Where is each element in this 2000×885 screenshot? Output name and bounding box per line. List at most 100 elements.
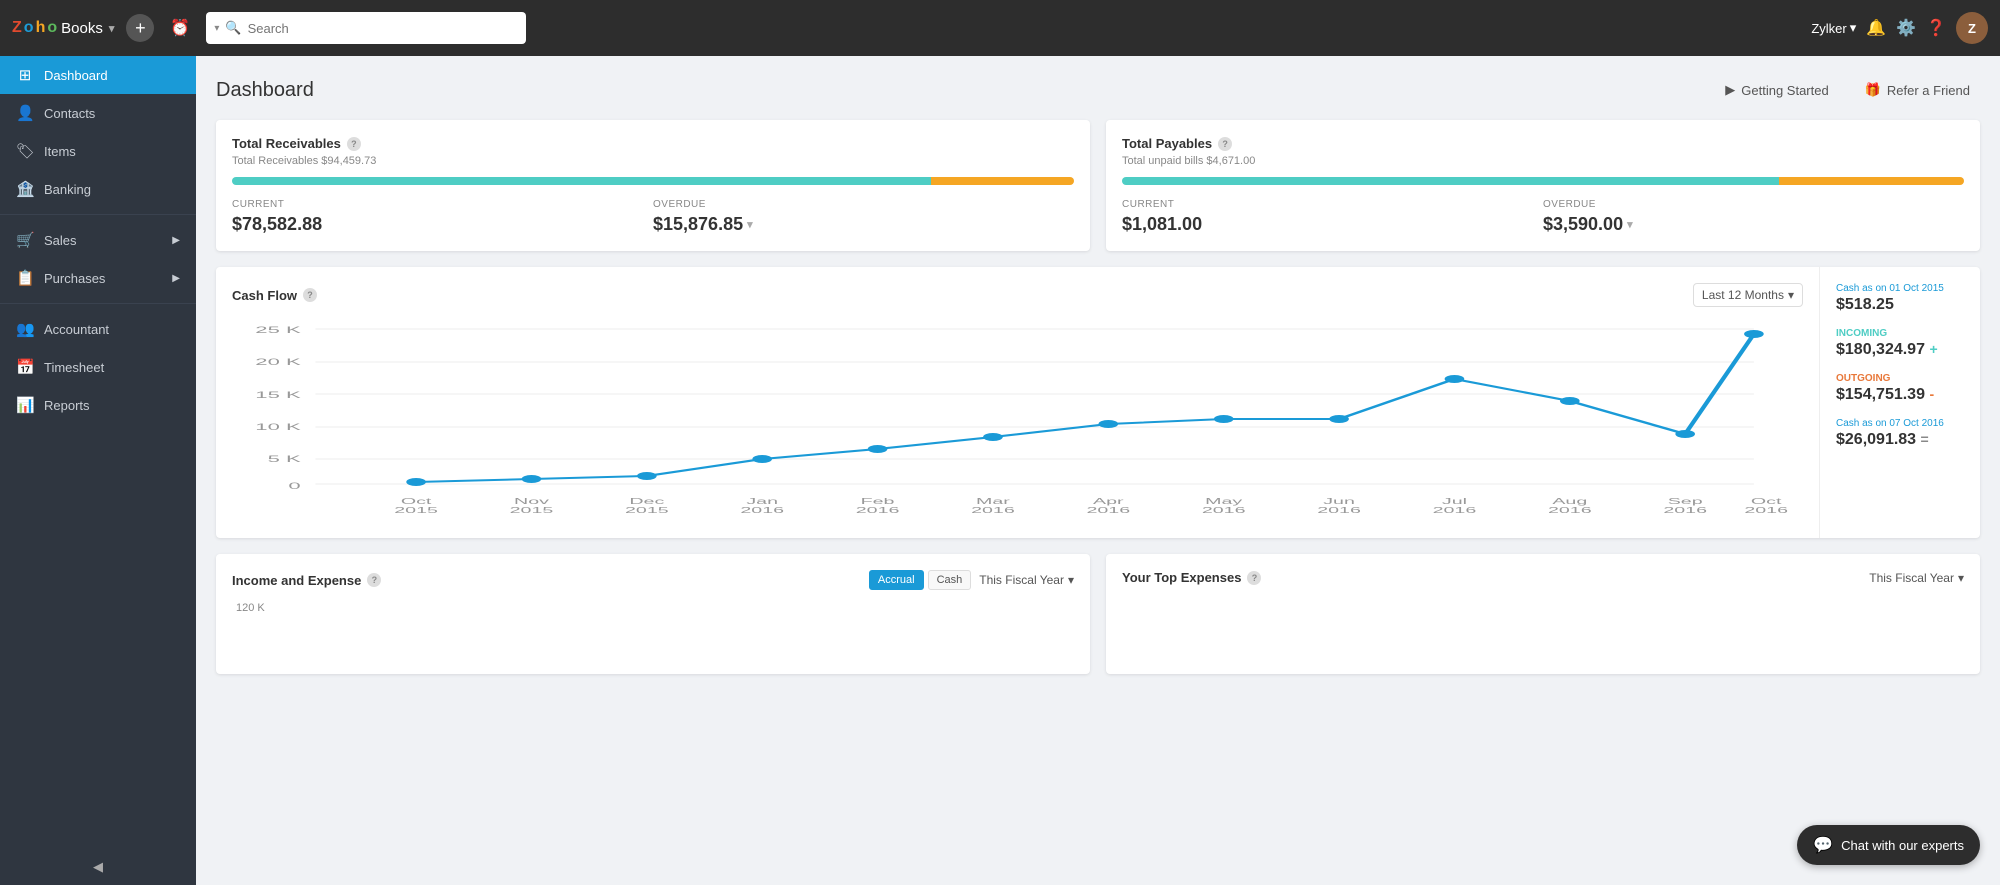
cashflow-info-icon[interactable]: ?: [303, 288, 317, 302]
cash-flow-header: Cash Flow ? Last 12 Months ▾: [232, 283, 1803, 307]
user-menu[interactable]: Zylker ▾: [1811, 20, 1856, 36]
search-bar[interactable]: ▾ 🔍: [206, 12, 526, 44]
receivables-subtitle: Total Receivables $94,459.73: [232, 155, 1074, 167]
page-title: Dashboard: [216, 79, 314, 102]
cash-flow-title: Cash Flow ?: [232, 288, 317, 303]
sidebar-item-accountant[interactable]: 👥 Accountant: [0, 310, 196, 348]
svg-text:Feb: Feb: [861, 497, 895, 506]
sidebar-item-label: Items: [44, 144, 76, 159]
payables-overdue-stat: OVERDUE $3,590.00 ▾: [1543, 199, 1964, 235]
search-input[interactable]: [248, 21, 519, 36]
svg-text:2016: 2016: [856, 506, 900, 515]
refer-friend-button[interactable]: 🎁 Refer a Friend: [1855, 76, 1980, 104]
svg-text:May: May: [1205, 497, 1243, 506]
svg-text:Oct: Oct: [1751, 497, 1783, 506]
receivables-info-icon[interactable]: ?: [347, 137, 361, 151]
zoho-logo: Z o h o: [12, 19, 57, 37]
income-expense-info-icon[interactable]: ?: [367, 573, 381, 587]
svg-text:10 K: 10 K: [255, 422, 301, 432]
income-expense-period-selector[interactable]: This Fiscal Year ▾: [979, 573, 1074, 587]
user-name: Zylker: [1811, 21, 1846, 36]
sidebar-collapse-button[interactable]: ◀: [0, 849, 196, 885]
svg-text:Jul: Jul: [1442, 497, 1467, 506]
income-expense-caret-icon: ▾: [1068, 573, 1074, 587]
top-expenses-info-icon[interactable]: ?: [1247, 571, 1261, 585]
bottom-cards-row: Income and Expense ? Accrual Cash This F…: [216, 554, 1980, 674]
clock-button[interactable]: ⏰: [166, 14, 194, 42]
payables-bar-current: [1122, 177, 1779, 185]
cash-as-on-start-value: $518.25: [1836, 296, 1964, 314]
income-expense-controls: Accrual Cash This Fiscal Year ▾: [869, 570, 1074, 590]
svg-text:Apr: Apr: [1093, 497, 1124, 506]
accrual-toggle-button[interactable]: Accrual: [869, 570, 924, 590]
svg-text:Dec: Dec: [629, 497, 665, 506]
page-actions: ▶ Getting Started 🎁 Refer a Friend: [1715, 76, 1980, 104]
top-cards-row: Total Receivables ? Total Receivables $9…: [216, 120, 1980, 251]
notifications-button[interactable]: 🔔: [1866, 18, 1886, 38]
receivables-overdue-label: OVERDUE: [653, 199, 1058, 210]
svg-text:2015: 2015: [625, 506, 669, 515]
sidebar-item-label: Contacts: [44, 106, 95, 121]
receivables-overdue-caret-icon[interactable]: ▾: [747, 218, 753, 231]
total-payables-card: Total Payables ? Total unpaid bills $4,6…: [1106, 120, 1980, 251]
cashflow-caret-icon: ▾: [1788, 288, 1794, 302]
logo[interactable]: Z o h o Books ▾: [12, 19, 114, 37]
svg-text:Oct: Oct: [401, 497, 433, 506]
cash-flow-period-selector[interactable]: Last 12 Months ▾: [1693, 283, 1803, 307]
sidebar-item-timesheet[interactable]: 📅 Timesheet: [0, 348, 196, 386]
getting-started-button[interactable]: ▶ Getting Started: [1715, 76, 1838, 104]
sales-arrow-icon: ▶: [172, 235, 180, 246]
payables-overdue-caret-icon[interactable]: ▾: [1627, 218, 1633, 231]
receivables-bar-overdue: [931, 177, 1074, 185]
svg-text:Mar: Mar: [976, 497, 1010, 506]
sidebar-divider-2: [0, 303, 196, 304]
purchases-icon: 📋: [16, 269, 34, 287]
payables-stats: CURRENT $1,081.00 OVERDUE $3,590.00 ▾: [1122, 199, 1964, 235]
receivables-overdue-value: $15,876.85 ▾: [653, 214, 1058, 235]
svg-text:20 K: 20 K: [255, 357, 301, 367]
topbar: Z o h o Books ▾ + ⏰ ▾ 🔍 Zylker ▾ 🔔 ⚙️ ❓ …: [0, 0, 2000, 56]
payables-current-value: $1,081.00: [1122, 214, 1527, 235]
sidebar-item-contacts[interactable]: 👤 Contacts: [0, 94, 196, 132]
svg-text:Jun: Jun: [1323, 497, 1355, 506]
avatar[interactable]: Z: [1956, 12, 1988, 44]
top-expenses-header: Your Top Expenses ? This Fiscal Year ▾: [1122, 570, 1964, 585]
receivables-overdue-stat: OVERDUE $15,876.85 ▾: [653, 199, 1074, 235]
svg-text:2016: 2016: [1744, 506, 1788, 515]
sidebar-item-banking[interactable]: 🏦 Banking: [0, 170, 196, 208]
sidebar-item-items[interactable]: 🏷 Items: [0, 132, 196, 170]
income-expense-card: Income and Expense ? Accrual Cash This F…: [216, 554, 1090, 674]
outgoing-sign: -: [1929, 386, 1934, 402]
search-caret-icon: ▾: [214, 23, 219, 34]
top-expenses-title: Your Top Expenses ?: [1122, 570, 1261, 585]
svg-text:2015: 2015: [510, 506, 554, 515]
timesheet-icon: 📅: [16, 358, 34, 376]
help-button[interactable]: ❓: [1926, 18, 1946, 38]
cash-flow-period-label: Last 12 Months: [1702, 288, 1784, 302]
payables-info-icon[interactable]: ?: [1218, 137, 1232, 151]
sidebar-item-label: Banking: [44, 182, 91, 197]
add-button[interactable]: +: [126, 14, 154, 42]
cash-as-on-start: Cash as on 01 Oct 2015 $518.25: [1836, 283, 1964, 314]
payables-overdue-value: $3,590.00 ▾: [1543, 214, 1948, 235]
top-expenses-period-selector[interactable]: This Fiscal Year ▾: [1869, 571, 1964, 585]
chat-widget[interactable]: 💬 Chat with our experts: [1797, 825, 1980, 865]
reports-icon: 📊: [16, 396, 34, 414]
settings-button[interactable]: ⚙️: [1896, 18, 1916, 38]
cash-flow-chart: 25 K 20 K 15 K 10 K 5 K 0: [232, 319, 1803, 519]
sidebar-item-reports[interactable]: 📊 Reports: [0, 386, 196, 424]
logo-z: Z: [12, 19, 22, 37]
sidebar-item-label: Reports: [44, 398, 90, 413]
cash-outgoing-stat: Outgoing $154,751.39 -: [1836, 373, 1964, 404]
topbar-right: Zylker ▾ 🔔 ⚙️ ❓ Z: [1811, 12, 1988, 44]
cash-toggle-button[interactable]: Cash: [928, 570, 972, 590]
total-receivables-card: Total Receivables ? Total Receivables $9…: [216, 120, 1090, 251]
svg-text:2016: 2016: [971, 506, 1015, 515]
svg-text:2016: 2016: [740, 506, 784, 515]
top-expenses-caret-icon: ▾: [1958, 571, 1964, 585]
sidebar-item-sales[interactable]: 🛒 Sales ▶: [0, 221, 196, 259]
income-expense-toggle: Accrual Cash: [869, 570, 971, 590]
sidebar-item-dashboard[interactable]: ⊞ Dashboard: [0, 56, 196, 94]
sidebar-item-purchases[interactable]: 📋 Purchases ▶: [0, 259, 196, 297]
accountant-icon: 👥: [16, 320, 34, 338]
